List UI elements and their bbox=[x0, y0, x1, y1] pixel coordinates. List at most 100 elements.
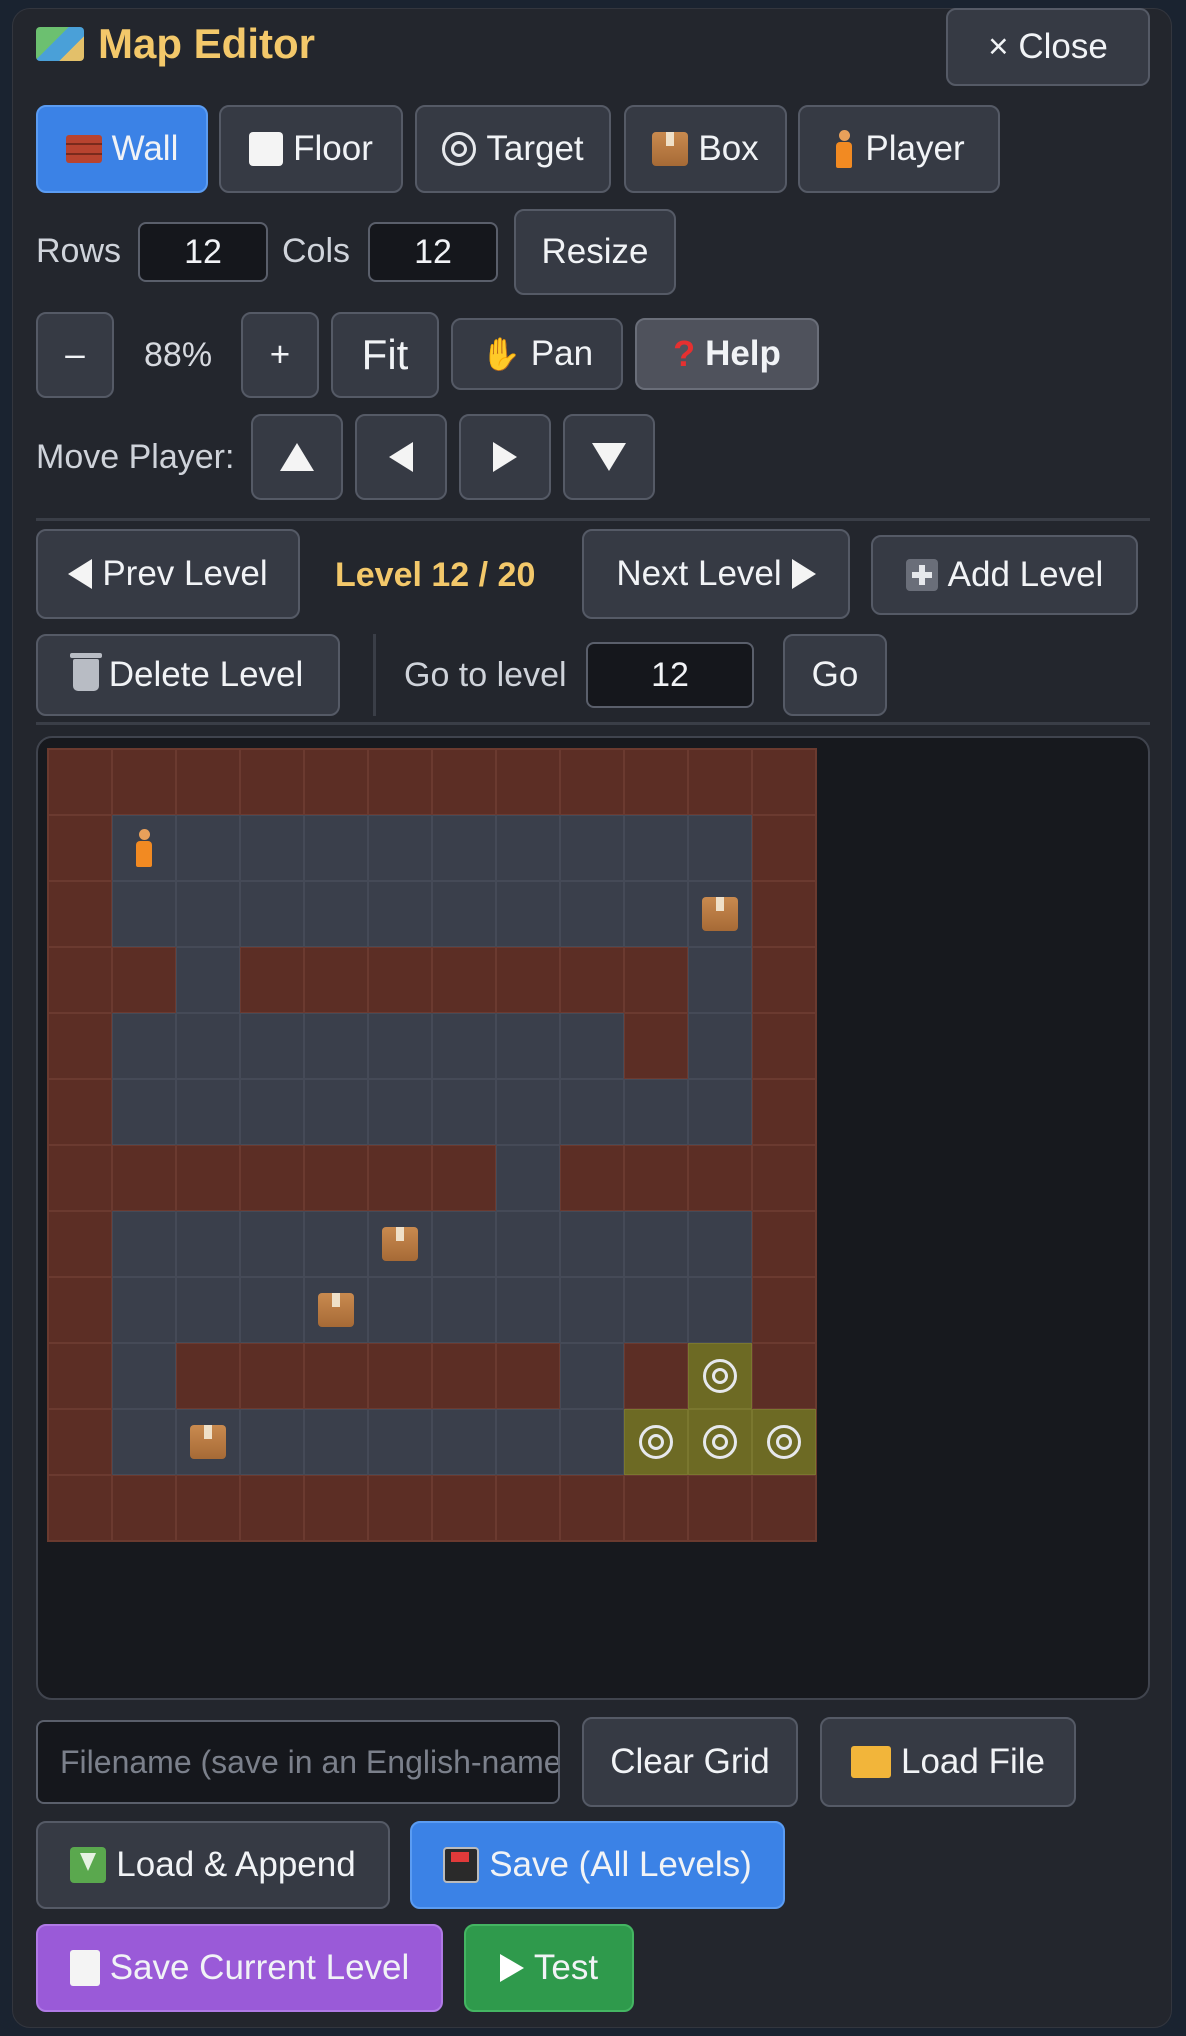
grid-cell-wall[interactable] bbox=[240, 1475, 304, 1541]
grid-cell-wall[interactable] bbox=[176, 1343, 240, 1409]
grid-cell-floor[interactable] bbox=[496, 1277, 560, 1343]
cols-input[interactable]: 12 bbox=[368, 222, 498, 282]
grid-cell-floor[interactable] bbox=[240, 1409, 304, 1475]
grid-cell-floor[interactable] bbox=[496, 1409, 560, 1475]
grid-cell-wall[interactable] bbox=[240, 1343, 304, 1409]
grid-cell-floor[interactable] bbox=[688, 1211, 752, 1277]
grid-cell-floor[interactable] bbox=[304, 1409, 368, 1475]
grid-cell-floor[interactable] bbox=[560, 1013, 624, 1079]
grid-cell-wall[interactable] bbox=[624, 1343, 688, 1409]
grid-cell-floor[interactable] bbox=[368, 1013, 432, 1079]
grid-cell-floor[interactable] bbox=[368, 1409, 432, 1475]
grid-cell-wall[interactable] bbox=[368, 749, 432, 815]
grid-cell-floor[interactable] bbox=[176, 1211, 240, 1277]
grid-cell-box[interactable] bbox=[368, 1211, 432, 1277]
grid-cell-floor[interactable] bbox=[560, 1079, 624, 1145]
grid-cell-wall[interactable] bbox=[752, 1343, 816, 1409]
grid-cell-floor[interactable] bbox=[560, 881, 624, 947]
grid-cell-floor[interactable] bbox=[176, 947, 240, 1013]
grid-cell-wall[interactable] bbox=[496, 749, 560, 815]
grid-cell-wall[interactable] bbox=[48, 1145, 112, 1211]
help-button[interactable]: ? Help bbox=[635, 318, 819, 390]
grid-cell-floor[interactable] bbox=[432, 1409, 496, 1475]
tool-wall-button[interactable]: Wall bbox=[36, 105, 208, 193]
grid-cell-player[interactable] bbox=[112, 815, 176, 881]
grid-cell-wall[interactable] bbox=[496, 947, 560, 1013]
grid-cell-floor[interactable] bbox=[176, 881, 240, 947]
grid-cell-wall[interactable] bbox=[496, 1343, 560, 1409]
pan-button[interactable]: ✋ Pan bbox=[451, 318, 623, 390]
grid-cell-wall[interactable] bbox=[688, 1145, 752, 1211]
grid-cell-wall[interactable] bbox=[48, 881, 112, 947]
load-append-button[interactable]: Load & Append bbox=[36, 1821, 390, 1909]
grid-cell-floor[interactable] bbox=[688, 815, 752, 881]
grid-cell-floor[interactable] bbox=[368, 815, 432, 881]
grid-cell-wall[interactable] bbox=[432, 1475, 496, 1541]
grid-cell-floor[interactable] bbox=[304, 1079, 368, 1145]
grid-cell-floor[interactable] bbox=[432, 815, 496, 881]
move-down-button[interactable] bbox=[563, 414, 655, 500]
grid-cell-floor[interactable] bbox=[240, 815, 304, 881]
grid-cell-wall[interactable] bbox=[304, 1343, 368, 1409]
grid-cell-floor[interactable] bbox=[304, 815, 368, 881]
move-left-button[interactable] bbox=[355, 414, 447, 500]
save-all-levels-button[interactable]: Save (All Levels) bbox=[410, 1821, 785, 1909]
grid-cell-wall[interactable] bbox=[240, 1145, 304, 1211]
grid-cell-wall[interactable] bbox=[48, 1013, 112, 1079]
tool-box-button[interactable]: Box bbox=[624, 105, 787, 193]
fit-button[interactable]: Fit bbox=[331, 312, 439, 398]
grid-cell-wall[interactable] bbox=[48, 749, 112, 815]
grid-cell-target[interactable] bbox=[688, 1409, 752, 1475]
grid-cell-floor[interactable] bbox=[560, 1409, 624, 1475]
grid-cell-wall[interactable] bbox=[48, 1211, 112, 1277]
prev-level-button[interactable]: Prev Level bbox=[36, 529, 300, 619]
resize-button[interactable]: Resize bbox=[514, 209, 676, 295]
grid-cell-wall[interactable] bbox=[624, 1013, 688, 1079]
grid-cell-wall[interactable] bbox=[752, 749, 816, 815]
grid-cell-floor[interactable] bbox=[112, 881, 176, 947]
grid-cell-wall[interactable] bbox=[112, 1475, 176, 1541]
grid-cell-wall[interactable] bbox=[752, 1475, 816, 1541]
grid-cell-wall[interactable] bbox=[304, 1145, 368, 1211]
grid-cell-floor[interactable] bbox=[176, 1013, 240, 1079]
map-grid[interactable] bbox=[47, 748, 817, 1542]
move-right-button[interactable] bbox=[459, 414, 551, 500]
goto-level-input[interactable]: 12 bbox=[586, 642, 754, 708]
grid-cell-floor[interactable] bbox=[496, 1145, 560, 1211]
grid-cell-floor[interactable] bbox=[240, 1079, 304, 1145]
grid-cell-floor[interactable] bbox=[240, 1277, 304, 1343]
grid-cell-floor[interactable] bbox=[112, 1277, 176, 1343]
grid-cell-wall[interactable] bbox=[368, 1145, 432, 1211]
grid-cell-floor[interactable] bbox=[240, 881, 304, 947]
grid-cell-floor[interactable] bbox=[176, 1277, 240, 1343]
grid-cell-wall[interactable] bbox=[624, 1145, 688, 1211]
zoom-out-button[interactable]: – bbox=[36, 312, 114, 398]
grid-cell-floor[interactable] bbox=[560, 815, 624, 881]
grid-cell-wall[interactable] bbox=[432, 1343, 496, 1409]
tool-floor-button[interactable]: Floor bbox=[219, 105, 403, 193]
grid-cell-wall[interactable] bbox=[624, 1475, 688, 1541]
grid-cell-floor[interactable] bbox=[176, 815, 240, 881]
grid-cell-wall[interactable] bbox=[112, 749, 176, 815]
grid-cell-box[interactable] bbox=[304, 1277, 368, 1343]
grid-cell-wall[interactable] bbox=[240, 749, 304, 815]
grid-cell-wall[interactable] bbox=[624, 947, 688, 1013]
add-level-button[interactable]: Add Level bbox=[871, 535, 1138, 615]
grid-cell-floor[interactable] bbox=[624, 815, 688, 881]
tool-target-button[interactable]: Target bbox=[415, 105, 611, 193]
go-button[interactable]: Go bbox=[783, 634, 887, 716]
grid-cell-floor[interactable] bbox=[240, 1211, 304, 1277]
grid-cell-floor[interactable] bbox=[432, 1277, 496, 1343]
grid-cell-wall[interactable] bbox=[560, 1475, 624, 1541]
grid-cell-wall[interactable] bbox=[560, 947, 624, 1013]
clear-grid-button[interactable]: Clear Grid bbox=[582, 1717, 798, 1807]
grid-cell-floor[interactable] bbox=[624, 881, 688, 947]
grid-cell-wall[interactable] bbox=[560, 1145, 624, 1211]
grid-cell-floor[interactable] bbox=[560, 1211, 624, 1277]
grid-cell-floor[interactable] bbox=[496, 881, 560, 947]
grid-cell-floor[interactable] bbox=[496, 1079, 560, 1145]
grid-cell-floor[interactable] bbox=[624, 1277, 688, 1343]
grid-cell-target[interactable] bbox=[752, 1409, 816, 1475]
grid-cell-floor[interactable] bbox=[112, 1211, 176, 1277]
grid-cell-wall[interactable] bbox=[688, 749, 752, 815]
